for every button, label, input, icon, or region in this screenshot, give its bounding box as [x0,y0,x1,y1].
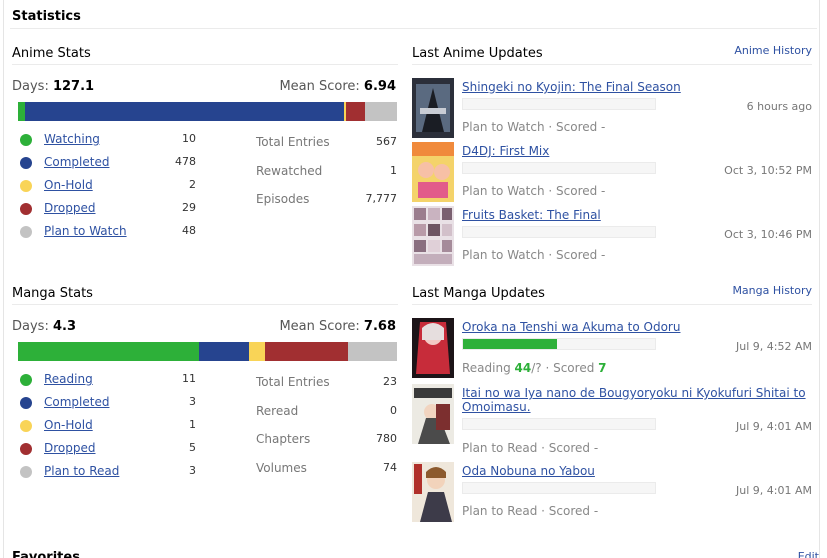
manga-mean-score: Mean Score: 7.68 [279,319,396,334]
status-row: On-Hold 1 [18,416,198,439]
manga-update-item: Oda Nobuna no Yabou Jul 9, 4:01 AM Plan … [412,462,812,526]
status-count: 5 [189,441,196,454]
status-row: Reading 11 [18,370,198,393]
manga-update-item: Itai no wa Iya nano de Bougyoryoku ni Ky… [412,384,812,455]
bar-segment-dropped [265,342,348,361]
status-row: Dropped 5 [18,439,198,462]
manga-days: Days: 4.3 [12,319,76,334]
total-label: Chapters [256,432,311,446]
status-count: 11 [182,372,196,385]
manga-updates-heading: Last Manga Updates [412,286,545,301]
divider [12,304,398,305]
cover-image[interactable] [412,384,454,444]
status-link[interactable]: Completed [44,395,109,409]
update-time: Jul 9, 4:52 AM [736,340,812,353]
total-label: Reread [256,403,299,418]
status-count: 3 [189,395,196,408]
manga-history-link[interactable]: Manga History [732,284,812,297]
status-row: Completed 3 [18,393,198,416]
status-dot-icon [20,466,32,478]
total-value: 780 [376,432,397,445]
total-value: 74 [383,460,397,474]
progress-bar [462,418,656,430]
divider [412,304,812,305]
progress-bar [462,338,656,350]
bar-segment-completed [199,342,249,361]
manga-update-title[interactable]: Itai no wa Iya nano de Bougyoryoku ni Ky… [462,386,808,414]
status-count: 3 [189,464,196,477]
status-row: Plan to Read 3 [18,462,198,485]
manga-updates: Last Manga Updates Manga History Oroka n… [412,0,812,530]
total-row: Total Entries 23 [256,373,397,402]
manga-totals: Total Entries 23 Reread 0 Chapters 780 Volumes… [256,373,397,487]
update-time: Jul 9, 4:01 AM [736,484,812,497]
manga-update-item: Oroka na Tenshi wa Akuma to Odoru Jul 9,… [412,318,812,382]
cover-image[interactable] [412,318,454,378]
update-time: Jul 9, 4:01 AM [736,420,812,433]
manga-update-title[interactable]: Oda Nobuna no Yabou [462,464,808,478]
total-row: Chapters 780 [256,430,397,459]
update-status: Plan to Read · Scored - [462,504,599,518]
progress-bar [462,482,656,494]
status-count: 1 [189,418,196,431]
bar-segment-onhold [248,342,266,361]
manga-status-list: Reading 11 Completed 3 On-Hold 1 Dropped 5 Plan … [18,370,198,485]
bar-segment-plan [347,342,397,361]
total-row: Volumes 74 [256,459,397,488]
total-row: Reread 0 [256,402,397,431]
manga-status-bar [18,342,397,361]
progress-fill [463,339,558,349]
status-link[interactable]: Plan to Read [44,464,119,478]
favorites-heading: Favorites [12,550,80,558]
manga-stats: Manga Stats Days: 4.3 Mean Score: 7.68 R… [12,0,398,520]
status-link[interactable]: Dropped [44,441,96,455]
total-label: Total Entries [256,375,330,389]
manga-update-title[interactable]: Oroka na Tenshi wa Akuma to Odoru [462,320,808,334]
status-dot-icon [20,374,32,386]
total-value: 0 [390,403,397,417]
edit-favorites-link[interactable]: Edit [798,550,819,558]
status-link[interactable]: On-Hold [44,418,93,432]
status-dot-icon [20,397,32,409]
status-dot-icon [20,420,32,432]
total-label: Volumes [256,460,307,475]
total-value: 23 [383,375,397,388]
manga-stats-heading: Manga Stats [12,286,93,301]
cover-image[interactable] [412,462,454,522]
update-status: Plan to Read · Scored - [462,441,599,455]
update-status: Reading 44/? · Scored 7 [462,361,607,375]
bar-segment-watching [18,342,200,361]
status-dot-icon [20,443,32,455]
status-link[interactable]: Reading [44,372,93,386]
